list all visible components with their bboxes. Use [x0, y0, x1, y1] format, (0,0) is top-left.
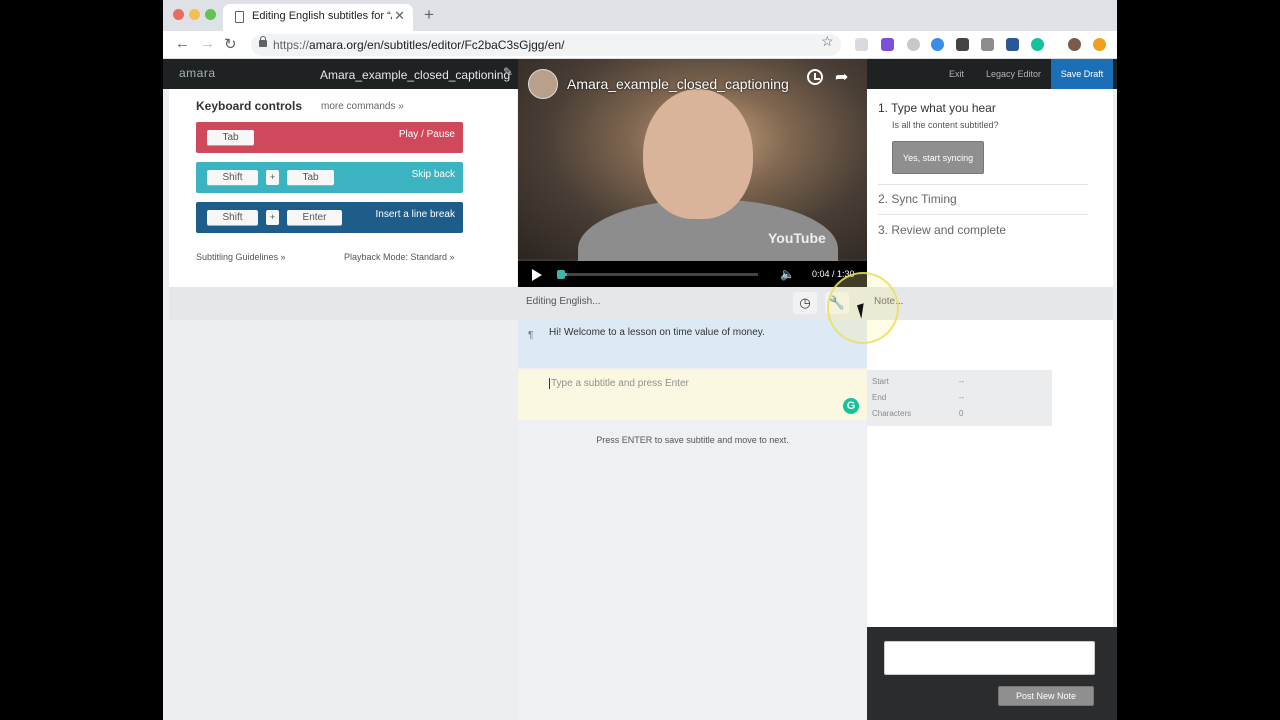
subtitle-row[interactable]: ¶ Hi! Welcome to a lesson on time value …	[518, 320, 867, 368]
plus-sign: +	[266, 170, 279, 185]
browser-tabbar: Editing English subtitles for “A ✕ +	[163, 0, 1117, 31]
extension-icon[interactable]	[956, 38, 969, 51]
subtitle-info-box: Start -- End -- Characters 0	[867, 370, 1052, 426]
extension-icon[interactable]	[931, 38, 944, 51]
video-controls: 🔈 0:04 / 1:30	[518, 261, 867, 287]
back-icon[interactable]: ←	[175, 35, 190, 52]
close-tab-icon[interactable]: ✕	[394, 8, 405, 24]
subtitle-text[interactable]: Hi! Welcome to a lesson on time value of…	[549, 327, 765, 338]
progress-bar[interactable]	[558, 273, 758, 276]
subtitling-guidelines-link[interactable]: Subtitling Guidelines »	[196, 252, 286, 262]
grammarly-icon[interactable]: G	[843, 398, 859, 414]
end-value: --	[959, 393, 965, 402]
volume-icon[interactable]: 🔈	[780, 267, 795, 281]
play-icon[interactable]	[532, 269, 542, 281]
url-text: https://amara.org/en/subtitles/editor/Fc…	[273, 38, 565, 52]
extension-icon[interactable]	[981, 38, 994, 51]
playback-mode-link[interactable]: Playback Mode: Standard »	[344, 252, 455, 262]
editing-toolbar: Editing English... ◷ 🔧 Note...	[169, 287, 1113, 320]
editing-language-label: Editing English...	[526, 296, 601, 307]
extension-icon[interactable]	[1093, 38, 1106, 51]
video-title: Amara_example_closed_captioning	[320, 68, 511, 82]
help-text: Press ENTER to save subtitle and move to…	[596, 435, 789, 445]
document-icon	[235, 11, 244, 23]
lock-icon	[259, 36, 267, 47]
shortcut-line-break: Shift + Enter Insert a line break	[196, 202, 463, 233]
post-note-button[interactable]: Post New Note	[998, 686, 1094, 706]
paragraph-icon[interactable]: ¶	[528, 330, 533, 341]
extension-icon[interactable]	[1006, 38, 1019, 51]
subtitle-input[interactable]	[549, 378, 809, 389]
video-player[interactable]: Amara_example_closed_captioning ➦ YouTub…	[518, 59, 867, 287]
forward-icon[interactable]: →	[200, 35, 215, 52]
shortcut-action: Skip back	[411, 169, 455, 180]
close-window-button[interactable]	[173, 9, 184, 20]
maximize-window-button[interactable]	[205, 9, 216, 20]
browser-toolbar: ← → ↻ https://amara.org/en/subtitles/edi…	[163, 31, 1117, 59]
grammarly-extension-icon[interactable]	[1031, 38, 1044, 51]
start-label: Start	[872, 377, 889, 386]
start-syncing-button[interactable]: Yes, start syncing	[892, 141, 984, 174]
save-draft-button[interactable]: Save Draft	[1051, 59, 1113, 89]
key-enter: Enter	[287, 210, 342, 225]
more-commands-link[interactable]: more commands »	[321, 101, 404, 112]
key-tab: Tab	[207, 130, 254, 145]
characters-label: Characters	[872, 409, 912, 418]
browser-tab[interactable]: Editing English subtitles for “A ✕	[223, 4, 413, 31]
keyboard-controls-panel: Keyboard controls more commands » Tab Pl…	[169, 89, 517, 287]
progress-handle[interactable]	[557, 270, 565, 279]
shortcut-action: Insert a line break	[375, 209, 456, 220]
timing-clock-icon[interactable]: ◷	[793, 292, 817, 314]
amara-logo[interactable]: amara	[179, 66, 216, 80]
watch-later-icon[interactable]	[807, 69, 823, 85]
new-subtitle-row[interactable]: G	[518, 370, 867, 420]
divider	[878, 184, 1088, 185]
shortcut-skip-back: Shift + Tab Skip back	[196, 162, 463, 193]
video-overlay-title[interactable]: Amara_example_closed_captioning	[567, 76, 789, 92]
step-type: 1. Type what you hear	[878, 101, 996, 115]
youtube-logo[interactable]: YouTube	[768, 230, 826, 246]
divider	[878, 214, 1088, 215]
screen: Editing English subtitles for “A ✕ + ← →…	[163, 0, 1117, 720]
bookmark-star-icon[interactable]: ☆	[821, 33, 834, 50]
address-bar[interactable]: https://amara.org/en/subtitles/editor/Fc…	[251, 34, 841, 56]
reload-icon[interactable]: ↻	[224, 35, 237, 53]
pencil-icon[interactable]: ✎	[503, 65, 513, 79]
step-review: 3. Review and complete	[878, 223, 1007, 237]
extension-icon[interactable]	[881, 38, 894, 51]
new-tab-button[interactable]: +	[424, 5, 434, 25]
video-person-face	[643, 89, 753, 219]
end-label: End	[872, 393, 887, 402]
note-input[interactable]	[884, 641, 1095, 675]
characters-value: 0	[959, 409, 964, 418]
keyboard-controls-title: Keyboard controls	[196, 99, 303, 113]
shortcut-play-pause: Tab Play / Pause	[196, 122, 463, 153]
plus-sign: +	[266, 210, 279, 225]
legacy-editor-link[interactable]: Legacy Editor	[986, 69, 1041, 79]
key-tab: Tab	[287, 170, 334, 185]
key-shift: Shift	[207, 210, 258, 225]
tab-title: Editing English subtitles for “A	[252, 10, 392, 22]
extension-icon[interactable]	[907, 38, 920, 51]
exit-link[interactable]: Exit	[949, 69, 964, 79]
start-value: --	[959, 377, 965, 386]
workflow-steps: 1. Type what you hear Is all the content…	[867, 89, 1113, 287]
profile-avatar[interactable]	[1068, 38, 1081, 51]
extension-icon[interactable]	[855, 38, 868, 51]
step-question: Is all the content subtitled?	[892, 120, 999, 130]
share-icon[interactable]: ➦	[835, 67, 848, 87]
shortcut-action: Play / Pause	[398, 129, 455, 140]
minimize-window-button[interactable]	[189, 9, 200, 20]
step-sync: 2. Sync Timing	[878, 192, 957, 206]
subtitle-list: ¶ Hi! Welcome to a lesson on time value …	[518, 320, 867, 720]
notes-panel: Post New Note	[867, 627, 1117, 720]
channel-avatar[interactable]	[528, 69, 558, 99]
key-shift: Shift	[207, 170, 258, 185]
subtitle-info-panel: Start -- End -- Characters 0	[867, 320, 1113, 627]
